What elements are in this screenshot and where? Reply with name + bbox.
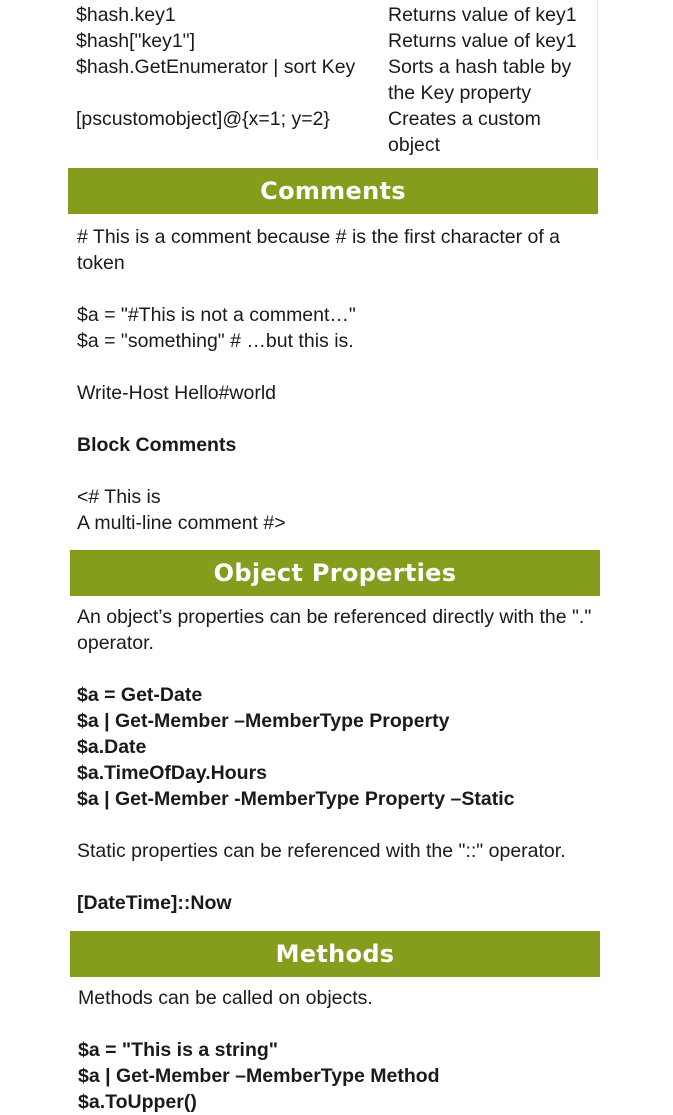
code-line: $a.Date	[77, 736, 147, 758]
methods-section: Methods can be called on objects. $a = "…	[78, 985, 598, 1115]
code-line: $a | Get-Member -MemberType Property –St…	[77, 788, 515, 810]
hash-command: $hash["key1"]	[76, 30, 195, 52]
hash-description: Creates a custom object	[388, 108, 541, 156]
section-intro: Methods can be called on objects.	[78, 987, 373, 1009]
section-header-methods: Methods	[70, 931, 600, 977]
table-row: $hash.key1 Returns value of key1	[76, 2, 596, 28]
comment-example-line: Write-Host Hello#world	[77, 382, 277, 404]
table-row: $hash.GetEnumerator | sort Key Sorts a h…	[76, 54, 596, 106]
block-comments-heading: Block Comments	[77, 434, 237, 456]
column-divider	[597, 0, 598, 160]
table-row: $hash["key1"] Returns value of key1	[76, 28, 596, 54]
section-intro: An object’s properties can be referenced…	[77, 606, 592, 654]
hash-command: [pscustomobject]@{x=1; y=2}	[76, 108, 330, 130]
code-line: [DateTime]::Now	[77, 892, 232, 914]
code-line: $a = Get-Date	[77, 684, 203, 706]
hash-table-commands: $hash.key1 Returns value of key1 $hash["…	[76, 2, 596, 158]
code-line: $a.TimeOfDay.Hours	[77, 762, 268, 784]
block-comment-line: <# This is	[77, 486, 161, 508]
comment-example-line: $a = "something" # …but this is.	[77, 330, 354, 352]
cheat-sheet-page: $hash.key1 Returns value of key1 $hash["…	[0, 0, 673, 1115]
block-comment-line: A multi-line comment #>	[77, 512, 286, 534]
code-line: $a = "This is a string"	[78, 1039, 279, 1061]
comment-example-line: # This is a comment because # is the fir…	[77, 226, 561, 274]
section-header-comments: Comments	[68, 168, 598, 214]
code-line: $a | Get-Member –MemberType Property	[77, 710, 450, 732]
hash-description: Returns value of key1	[388, 4, 577, 26]
code-line: $a.ToUpper()	[78, 1091, 197, 1113]
comments-section: # This is a comment because # is the fir…	[77, 224, 597, 536]
comment-example-line: $a = "#This is not a comment…"	[77, 304, 356, 326]
code-line: $a | Get-Member –MemberType Method	[78, 1065, 440, 1087]
hash-description: Returns value of key1	[388, 30, 577, 52]
hash-command: $hash.GetEnumerator | sort Key	[76, 56, 356, 78]
static-note: Static properties can be referenced with…	[77, 840, 566, 862]
section-header-object-properties: Object Properties	[70, 550, 600, 596]
hash-description: Sorts a hash table by the Key property	[388, 56, 572, 104]
table-row: [pscustomobject]@{x=1; y=2} Creates a cu…	[76, 106, 596, 158]
object-properties-section: An object’s properties can be referenced…	[77, 604, 597, 916]
hash-command: $hash.key1	[76, 4, 176, 26]
